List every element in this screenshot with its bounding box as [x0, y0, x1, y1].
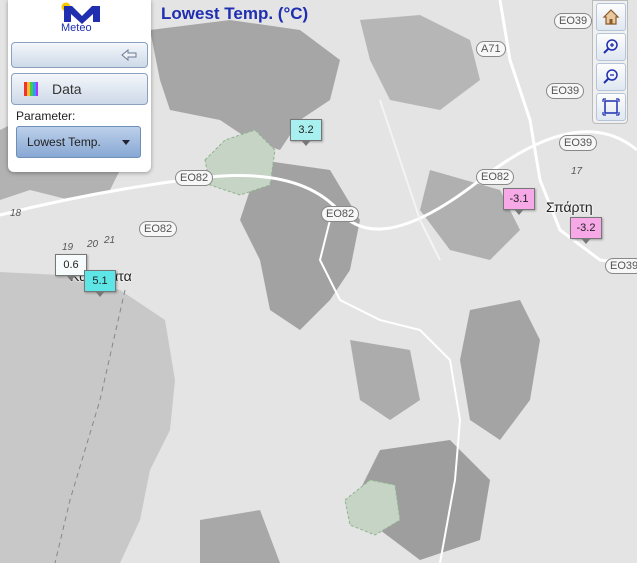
back-button[interactable]: [11, 42, 148, 68]
control-panel: Meteo Data Parameter: Lowest Temp.: [8, 0, 151, 172]
road-shield: EO82: [476, 169, 515, 185]
map-toolbar: [592, 0, 628, 124]
parameter-select[interactable]: Lowest Temp.: [16, 126, 141, 158]
arrow-left-icon: [121, 49, 137, 61]
zoom-out-button[interactable]: [596, 63, 626, 91]
station-marker[interactable]: 5.1: [84, 270, 116, 297]
station-marker[interactable]: 0.6: [55, 254, 87, 281]
data-button-label: Data: [52, 81, 82, 97]
map-number: 18: [10, 208, 22, 219]
road-shield: EO39: [546, 83, 585, 99]
road-shield: A71: [476, 41, 506, 57]
fullscreen-icon: [602, 98, 620, 116]
home-icon: [602, 9, 620, 25]
zoom-in-button[interactable]: [596, 33, 626, 61]
zoom-in-icon: [603, 39, 618, 54]
data-button[interactable]: Data: [11, 73, 148, 105]
road-shield: EO82: [321, 206, 360, 222]
map-number: 19: [62, 242, 74, 253]
road-shield: EO39: [554, 13, 593, 29]
home-button[interactable]: [596, 3, 626, 31]
map-title: Lowest Temp. (°C): [161, 4, 309, 23]
fullscreen-button[interactable]: [596, 93, 626, 121]
logo-label: Meteo: [61, 22, 92, 34]
color-palette-icon: [24, 82, 38, 96]
map-number: 21: [104, 235, 116, 246]
road-shield: EO82: [139, 221, 178, 237]
parameter-label: Parameter:: [16, 109, 76, 123]
city-label-sparti: Σπάρτη: [546, 199, 593, 215]
chevron-down-icon: [122, 140, 130, 145]
road-shield: EO39: [605, 258, 637, 274]
zoom-out-icon: [603, 69, 618, 84]
station-marker[interactable]: 3.2: [290, 119, 322, 146]
road-shield: EO82: [175, 170, 214, 186]
map-number: 20: [87, 239, 99, 250]
station-marker[interactable]: -3.1: [503, 188, 535, 215]
road-shield: EO39: [559, 135, 598, 151]
map-number: 17: [571, 166, 583, 177]
station-marker[interactable]: -3.2: [570, 217, 602, 244]
parameter-select-value: Lowest Temp.: [27, 135, 101, 149]
